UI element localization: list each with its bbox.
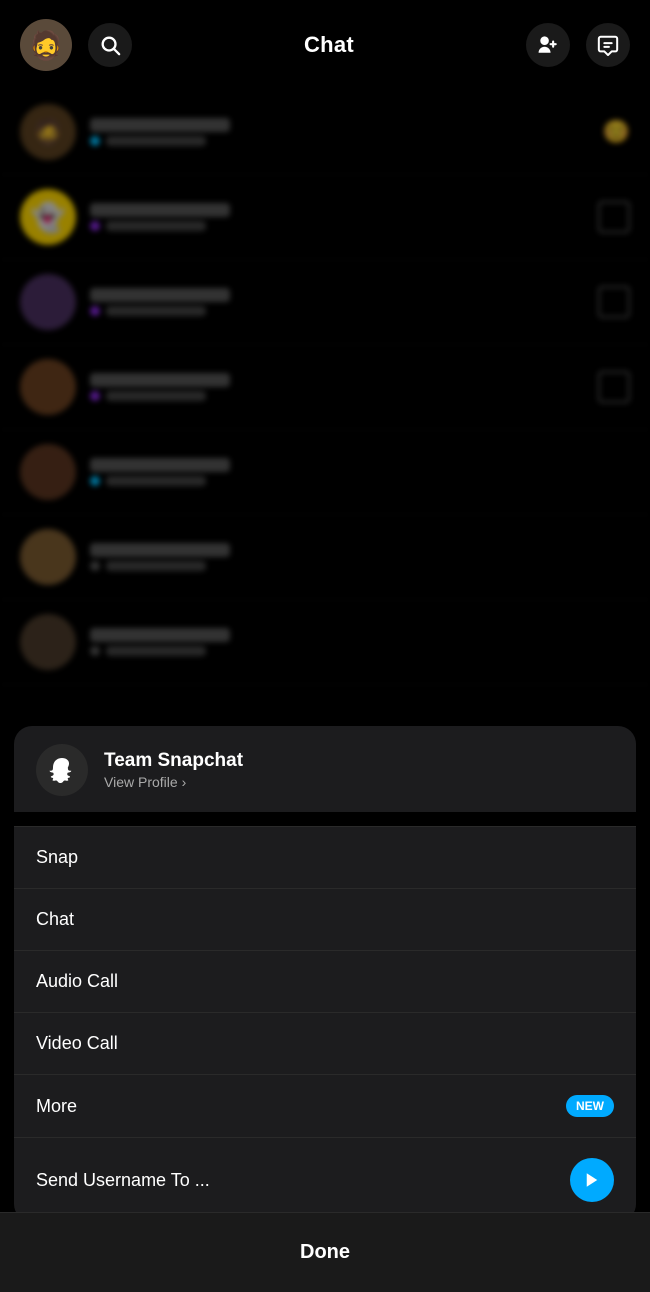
chat-list: 🧔 😊 👻 bbox=[0, 90, 650, 790]
chat-sub bbox=[90, 221, 584, 231]
chat-name bbox=[90, 373, 230, 387]
profile-info: Team Snapchat View Profile › bbox=[104, 750, 243, 790]
menu-item-send-username[interactable]: Send Username To ... bbox=[14, 1137, 636, 1222]
snap-icon bbox=[598, 286, 630, 318]
profile-name: Team Snapchat bbox=[104, 750, 243, 772]
menu-item-more[interactable]: More NEW bbox=[14, 1074, 636, 1137]
menu-item-audio-call[interactable]: Audio Call bbox=[14, 950, 636, 1012]
avatar: 👻 bbox=[20, 189, 76, 245]
chat-name bbox=[90, 628, 230, 642]
header: 🧔 Chat bbox=[0, 0, 650, 90]
chat-sub bbox=[90, 476, 630, 486]
new-badge: NEW bbox=[566, 1095, 614, 1117]
avatar bbox=[20, 614, 76, 670]
chat-info bbox=[90, 458, 630, 486]
snapchat-ghost-icon bbox=[36, 744, 88, 796]
chat-right: 😊 bbox=[603, 119, 630, 145]
chat-sub bbox=[90, 391, 584, 401]
chat-name bbox=[90, 288, 230, 302]
snap-icon bbox=[598, 201, 630, 233]
profile-view-profile[interactable]: View Profile › bbox=[104, 774, 243, 790]
menu-item-video-call[interactable]: Video Call bbox=[14, 1012, 636, 1074]
avatar bbox=[20, 274, 76, 330]
chat-info bbox=[90, 543, 630, 571]
avatar bbox=[20, 359, 76, 415]
chat-right bbox=[598, 201, 630, 233]
avatar bbox=[20, 529, 76, 585]
chat-info bbox=[90, 203, 584, 231]
chat-name bbox=[90, 543, 230, 557]
list-item[interactable]: 🧔 😊 bbox=[0, 90, 650, 175]
chat-sub bbox=[90, 646, 630, 656]
list-item[interactable] bbox=[0, 430, 650, 515]
chat-name bbox=[90, 458, 230, 472]
chat-name bbox=[90, 203, 230, 217]
user-avatar[interactable]: 🧔 bbox=[20, 19, 72, 71]
header-right bbox=[526, 23, 630, 67]
list-item[interactable] bbox=[0, 345, 650, 430]
add-friend-button[interactable] bbox=[526, 23, 570, 67]
profile-card[interactable]: Team Snapchat View Profile › bbox=[14, 726, 636, 812]
chevron-right-icon: › bbox=[182, 774, 187, 790]
list-item[interactable] bbox=[0, 515, 650, 600]
new-chat-button[interactable] bbox=[586, 23, 630, 67]
header-left: 🧔 bbox=[20, 19, 132, 71]
snap-icon bbox=[598, 371, 630, 403]
avatar bbox=[20, 444, 76, 500]
menu-item-snap[interactable]: Snap bbox=[14, 826, 636, 888]
list-item[interactable]: 👻 bbox=[0, 175, 650, 260]
done-button[interactable]: Done bbox=[300, 1241, 350, 1264]
send-button[interactable] bbox=[570, 1158, 614, 1202]
list-item[interactable] bbox=[0, 260, 650, 345]
header-title: Chat bbox=[304, 32, 354, 58]
search-button[interactable] bbox=[88, 23, 132, 67]
list-item[interactable] bbox=[0, 600, 650, 685]
chat-info bbox=[90, 628, 630, 656]
chat-info bbox=[90, 288, 584, 316]
chat-sub bbox=[90, 306, 584, 316]
menu-item-chat[interactable]: Chat bbox=[14, 888, 636, 950]
avatar: 🧔 bbox=[20, 104, 76, 160]
context-menu-sheet: Kailash Rai Put Snap Chat Audio Call Vid… bbox=[14, 826, 636, 1222]
chat-right bbox=[598, 286, 630, 318]
chat-emoji: 😊 bbox=[603, 119, 630, 145]
chat-sub bbox=[90, 136, 589, 146]
chat-name bbox=[90, 118, 230, 132]
done-bar: Done bbox=[0, 1212, 650, 1292]
chat-sub bbox=[90, 561, 630, 571]
chat-info bbox=[90, 373, 584, 401]
chat-info bbox=[90, 118, 589, 146]
chat-right bbox=[598, 371, 630, 403]
